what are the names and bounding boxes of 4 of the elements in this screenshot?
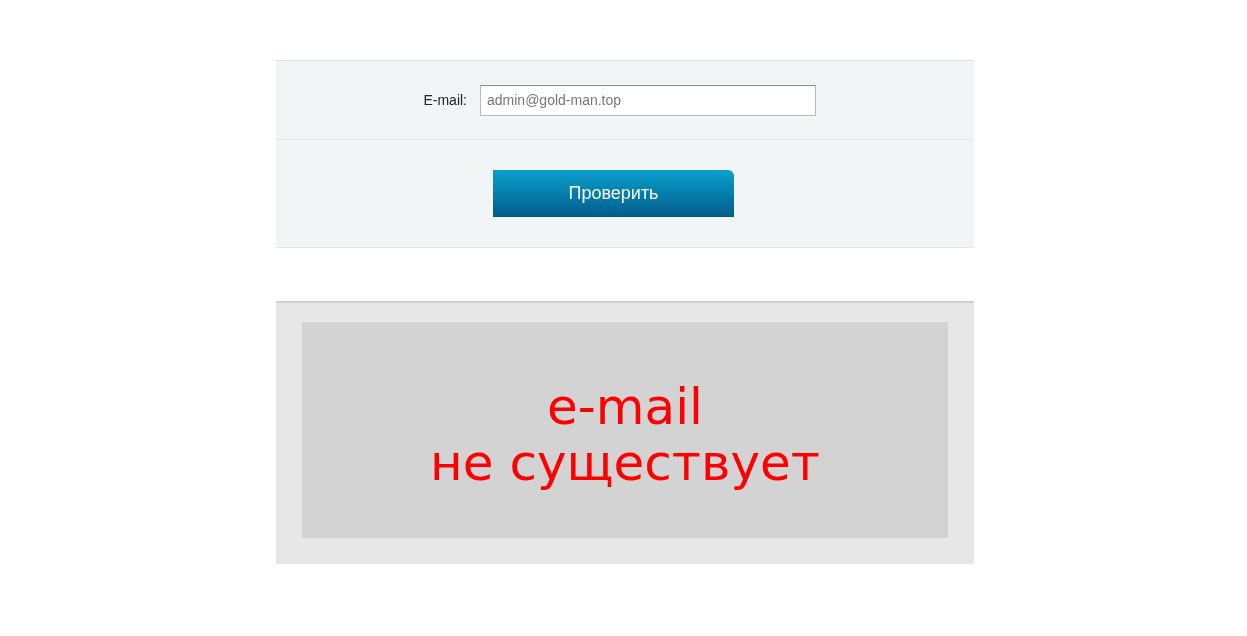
error-message: e-mail не существует <box>430 379 820 491</box>
email-label: E-mail: <box>422 90 468 110</box>
email-field[interactable]: admin@gold-man.top <box>480 84 816 116</box>
check-button[interactable]: Проверить <box>493 170 734 217</box>
